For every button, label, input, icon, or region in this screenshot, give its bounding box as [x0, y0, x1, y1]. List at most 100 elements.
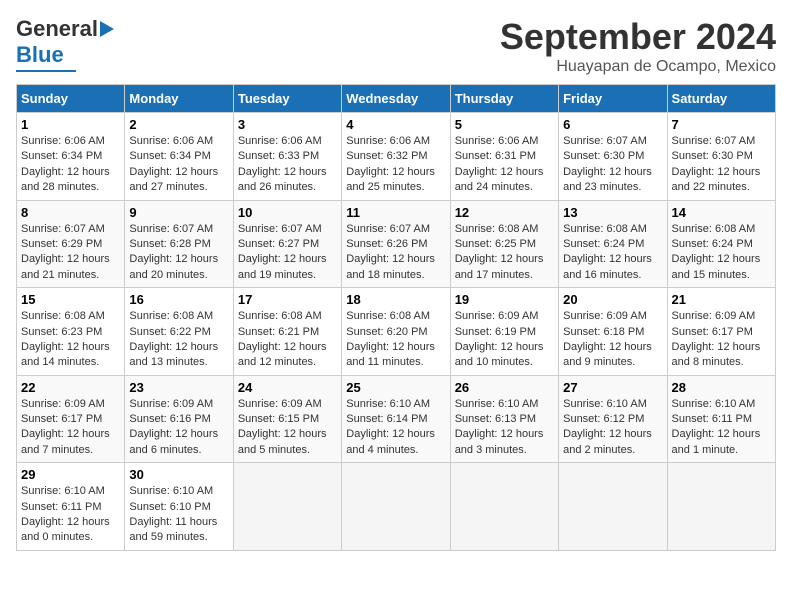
daylight-label: Daylight: 12 hours and 22 minutes. [672, 166, 761, 193]
sunrise-label: Sunrise: 6:08 AM [672, 223, 756, 235]
day-info: Sunrise: 6:09 AM Sunset: 6:19 PM Dayligh… [455, 309, 554, 371]
calendar-day-cell: 11 Sunrise: 6:07 AM Sunset: 6:26 PM Dayl… [342, 200, 450, 288]
calendar-day-cell: 24 Sunrise: 6:09 AM Sunset: 6:15 PM Dayl… [233, 375, 341, 463]
daylight-label: Daylight: 12 hours and 17 minutes. [455, 253, 544, 280]
sunrise-label: Sunrise: 6:07 AM [563, 135, 647, 147]
sunset-label: Sunset: 6:11 PM [21, 501, 102, 513]
daylight-label: Daylight: 12 hours and 23 minutes. [563, 166, 652, 193]
day-info: Sunrise: 6:10 AM Sunset: 6:10 PM Dayligh… [129, 484, 228, 546]
calendar-day-cell: 6 Sunrise: 6:07 AM Sunset: 6:30 PM Dayli… [559, 113, 667, 201]
calendar-day-cell: 8 Sunrise: 6:07 AM Sunset: 6:29 PM Dayli… [17, 200, 125, 288]
sunrise-label: Sunrise: 6:10 AM [129, 485, 213, 497]
day-info: Sunrise: 6:06 AM Sunset: 6:31 PM Dayligh… [455, 134, 554, 196]
page-title: September 2024 [500, 16, 776, 58]
calendar-day-cell: 26 Sunrise: 6:10 AM Sunset: 6:13 PM Dayl… [450, 375, 558, 463]
day-number: 17 [238, 292, 337, 307]
sunset-label: Sunset: 6:12 PM [563, 413, 644, 425]
day-number: 8 [21, 205, 120, 220]
daylight-label: Daylight: 12 hours and 21 minutes. [21, 253, 110, 280]
calendar-week-row: 15 Sunrise: 6:08 AM Sunset: 6:23 PM Dayl… [17, 288, 776, 376]
logo-blue: Blue [16, 42, 64, 68]
day-info: Sunrise: 6:10 AM Sunset: 6:12 PM Dayligh… [563, 397, 662, 459]
sunrise-label: Sunrise: 6:06 AM [346, 135, 430, 147]
day-info: Sunrise: 6:10 AM Sunset: 6:11 PM Dayligh… [672, 397, 771, 459]
daylight-label: Daylight: 12 hours and 24 minutes. [455, 166, 544, 193]
daylight-label: Daylight: 12 hours and 27 minutes. [129, 166, 218, 193]
day-of-week-header: Friday [559, 85, 667, 113]
calendar-day-cell: 30 Sunrise: 6:10 AM Sunset: 6:10 PM Dayl… [125, 463, 233, 551]
day-number: 6 [563, 117, 662, 132]
logo-general: General [16, 16, 98, 42]
day-info: Sunrise: 6:09 AM Sunset: 6:18 PM Dayligh… [563, 309, 662, 371]
sunset-label: Sunset: 6:19 PM [455, 326, 536, 338]
day-number: 28 [672, 380, 771, 395]
daylight-label: Daylight: 12 hours and 3 minutes. [455, 428, 544, 455]
daylight-label: Daylight: 12 hours and 16 minutes. [563, 253, 652, 280]
day-number: 22 [21, 380, 120, 395]
day-number: 1 [21, 117, 120, 132]
calendar-week-row: 22 Sunrise: 6:09 AM Sunset: 6:17 PM Dayl… [17, 375, 776, 463]
page-header: General Blue September 2024 Huayapan de … [16, 16, 776, 76]
daylight-label: Daylight: 12 hours and 7 minutes. [21, 428, 110, 455]
day-info: Sunrise: 6:09 AM Sunset: 6:17 PM Dayligh… [672, 309, 771, 371]
day-info: Sunrise: 6:07 AM Sunset: 6:30 PM Dayligh… [563, 134, 662, 196]
calendar-day-cell: 23 Sunrise: 6:09 AM Sunset: 6:16 PM Dayl… [125, 375, 233, 463]
calendar-day-cell: 27 Sunrise: 6:10 AM Sunset: 6:12 PM Dayl… [559, 375, 667, 463]
day-info: Sunrise: 6:08 AM Sunset: 6:24 PM Dayligh… [672, 222, 771, 284]
day-info: Sunrise: 6:08 AM Sunset: 6:23 PM Dayligh… [21, 309, 120, 371]
sunset-label: Sunset: 6:25 PM [455, 238, 536, 250]
calendar-day-cell: 16 Sunrise: 6:08 AM Sunset: 6:22 PM Dayl… [125, 288, 233, 376]
calendar-day-cell: 9 Sunrise: 6:07 AM Sunset: 6:28 PM Dayli… [125, 200, 233, 288]
daylight-label: Daylight: 12 hours and 0 minutes. [21, 516, 110, 543]
calendar-day-cell [450, 463, 558, 551]
day-number: 23 [129, 380, 228, 395]
sunset-label: Sunset: 6:23 PM [21, 326, 102, 338]
day-number: 4 [346, 117, 445, 132]
sunset-label: Sunset: 6:31 PM [455, 150, 536, 162]
calendar-day-cell: 2 Sunrise: 6:06 AM Sunset: 6:34 PM Dayli… [125, 113, 233, 201]
sunrise-label: Sunrise: 6:06 AM [455, 135, 539, 147]
sunrise-label: Sunrise: 6:07 AM [672, 135, 756, 147]
sunrise-label: Sunrise: 6:07 AM [238, 223, 322, 235]
daylight-label: Daylight: 12 hours and 14 minutes. [21, 341, 110, 368]
day-info: Sunrise: 6:07 AM Sunset: 6:29 PM Dayligh… [21, 222, 120, 284]
sunrise-label: Sunrise: 6:07 AM [129, 223, 213, 235]
title-block: September 2024 Huayapan de Ocampo, Mexic… [500, 16, 776, 76]
sunset-label: Sunset: 6:13 PM [455, 413, 536, 425]
daylight-label: Daylight: 12 hours and 5 minutes. [238, 428, 327, 455]
day-info: Sunrise: 6:07 AM Sunset: 6:26 PM Dayligh… [346, 222, 445, 284]
calendar-day-cell: 20 Sunrise: 6:09 AM Sunset: 6:18 PM Dayl… [559, 288, 667, 376]
sunset-label: Sunset: 6:20 PM [346, 326, 427, 338]
sunset-label: Sunset: 6:15 PM [238, 413, 319, 425]
calendar-day-cell: 12 Sunrise: 6:08 AM Sunset: 6:25 PM Dayl… [450, 200, 558, 288]
calendar-day-cell: 5 Sunrise: 6:06 AM Sunset: 6:31 PM Dayli… [450, 113, 558, 201]
sunrise-label: Sunrise: 6:09 AM [129, 398, 213, 410]
day-info: Sunrise: 6:06 AM Sunset: 6:33 PM Dayligh… [238, 134, 337, 196]
daylight-label: Daylight: 12 hours and 8 minutes. [672, 341, 761, 368]
calendar-day-cell: 19 Sunrise: 6:09 AM Sunset: 6:19 PM Dayl… [450, 288, 558, 376]
calendar-day-cell: 15 Sunrise: 6:08 AM Sunset: 6:23 PM Dayl… [17, 288, 125, 376]
sunset-label: Sunset: 6:34 PM [129, 150, 210, 162]
calendar-week-row: 1 Sunrise: 6:06 AM Sunset: 6:34 PM Dayli… [17, 113, 776, 201]
sunset-label: Sunset: 6:32 PM [346, 150, 427, 162]
day-number: 24 [238, 380, 337, 395]
sunset-label: Sunset: 6:24 PM [672, 238, 753, 250]
day-of-week-header: Thursday [450, 85, 558, 113]
daylight-label: Daylight: 12 hours and 2 minutes. [563, 428, 652, 455]
day-number: 7 [672, 117, 771, 132]
sunset-label: Sunset: 6:28 PM [129, 238, 210, 250]
day-number: 11 [346, 205, 445, 220]
logo-divider [16, 70, 76, 72]
sunset-label: Sunset: 6:33 PM [238, 150, 319, 162]
calendar-day-cell: 1 Sunrise: 6:06 AM Sunset: 6:34 PM Dayli… [17, 113, 125, 201]
day-number: 3 [238, 117, 337, 132]
sunset-label: Sunset: 6:16 PM [129, 413, 210, 425]
calendar-week-row: 8 Sunrise: 6:07 AM Sunset: 6:29 PM Dayli… [17, 200, 776, 288]
day-info: Sunrise: 6:10 AM Sunset: 6:11 PM Dayligh… [21, 484, 120, 546]
calendar-day-cell [342, 463, 450, 551]
calendar-day-cell: 28 Sunrise: 6:10 AM Sunset: 6:11 PM Dayl… [667, 375, 775, 463]
sunset-label: Sunset: 6:29 PM [21, 238, 102, 250]
sunset-label: Sunset: 6:34 PM [21, 150, 102, 162]
day-number: 27 [563, 380, 662, 395]
daylight-label: Daylight: 12 hours and 9 minutes. [563, 341, 652, 368]
